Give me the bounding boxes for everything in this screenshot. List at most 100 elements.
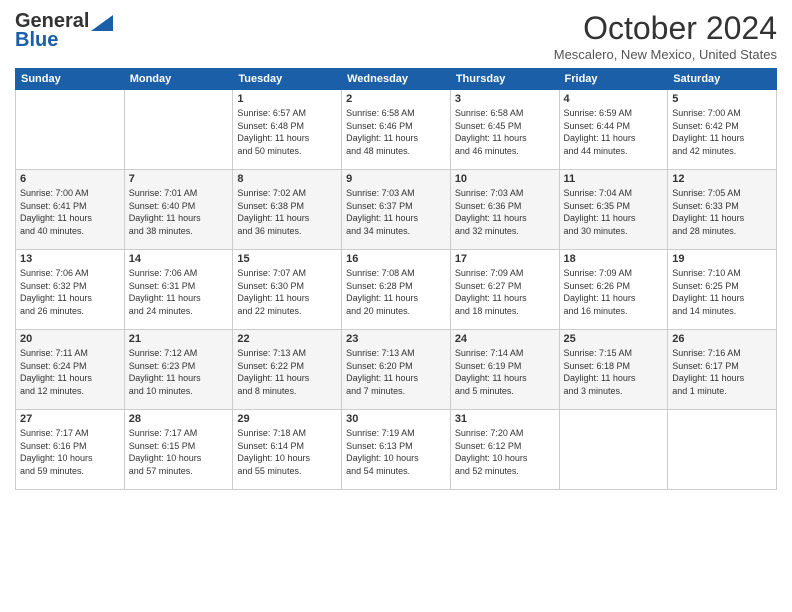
calendar-cell: 19 Sunrise: 7:10 AM Sunset: 6:25 PM Dayli… bbox=[668, 250, 777, 330]
day-number: 24 bbox=[455, 333, 555, 345]
day-info: Sunrise: 7:03 AM Sunset: 6:36 PM Dayligh… bbox=[455, 187, 555, 237]
header: General Blue October 2024 Mescalero, New… bbox=[15, 10, 777, 62]
calendar-week-4: 27Sunrise: 7:17 AM Sunset: 6:16 PM Dayli… bbox=[16, 410, 777, 490]
day-number: 4 bbox=[564, 93, 664, 105]
calendar-cell: 17Sunrise: 7:09 AM Sunset: 6:27 PM Dayli… bbox=[450, 250, 559, 330]
calendar-cell: 5 Sunrise: 7:00 AM Sunset: 6:42 PM Daylig… bbox=[668, 90, 777, 170]
calendar-week-1: 6 Sunrise: 7:00 AM Sunset: 6:41 PM Daylig… bbox=[16, 170, 777, 250]
calendar-cell: 28 Sunrise: 7:17 AM Sunset: 6:15 PM Dayli… bbox=[124, 410, 233, 490]
location: Mescalero, New Mexico, United States bbox=[554, 47, 777, 62]
col-wednesday: Wednesday bbox=[342, 69, 451, 90]
day-info: Sunrise: 7:00 AM Sunset: 6:42 PM Dayligh… bbox=[672, 107, 772, 157]
month-title: October 2024 bbox=[554, 10, 777, 47]
calendar-cell bbox=[16, 90, 125, 170]
calendar-cell: 2 Sunrise: 6:58 AM Sunset: 6:46 PM Daylig… bbox=[342, 90, 451, 170]
calendar-cell: 25Sunrise: 7:15 AM Sunset: 6:18 PM Dayli… bbox=[559, 330, 668, 410]
day-info: Sunrise: 7:07 AM Sunset: 6:30 PM Dayligh… bbox=[237, 267, 337, 317]
day-number: 25 bbox=[564, 333, 664, 345]
calendar-cell: 3 Sunrise: 6:58 AM Sunset: 6:45 PM Daylig… bbox=[450, 90, 559, 170]
day-number: 18 bbox=[564, 253, 664, 265]
day-number: 13 bbox=[20, 253, 120, 265]
day-info: Sunrise: 7:04 AM Sunset: 6:35 PM Dayligh… bbox=[564, 187, 664, 237]
calendar: Sunday Monday Tuesday Wednesday Thursday… bbox=[15, 68, 777, 490]
col-sunday: Sunday bbox=[16, 69, 125, 90]
day-number: 16 bbox=[346, 253, 446, 265]
calendar-cell: 23 Sunrise: 7:13 AM Sunset: 6:20 PM Dayli… bbox=[342, 330, 451, 410]
day-number: 21 bbox=[129, 333, 229, 345]
col-thursday: Thursday bbox=[450, 69, 559, 90]
calendar-cell bbox=[124, 90, 233, 170]
day-info: Sunrise: 7:13 AM Sunset: 6:20 PM Dayligh… bbox=[346, 347, 446, 397]
day-number: 8 bbox=[237, 173, 337, 185]
day-number: 30 bbox=[346, 413, 446, 425]
day-number: 12 bbox=[672, 173, 772, 185]
day-info: Sunrise: 7:19 AM Sunset: 6:13 PM Dayligh… bbox=[346, 427, 446, 477]
calendar-cell: 1 Sunrise: 6:57 AM Sunset: 6:48 PM Daylig… bbox=[233, 90, 342, 170]
day-info: Sunrise: 7:20 AM Sunset: 6:12 PM Dayligh… bbox=[455, 427, 555, 477]
calendar-cell: 6 Sunrise: 7:00 AM Sunset: 6:41 PM Daylig… bbox=[16, 170, 125, 250]
day-number: 11 bbox=[564, 173, 664, 185]
calendar-week-0: 1 Sunrise: 6:57 AM Sunset: 6:48 PM Daylig… bbox=[16, 90, 777, 170]
day-info: Sunrise: 7:10 AM Sunset: 6:25 PM Dayligh… bbox=[672, 267, 772, 317]
day-info: Sunrise: 7:18 AM Sunset: 6:14 PM Dayligh… bbox=[237, 427, 337, 477]
day-info: Sunrise: 7:06 AM Sunset: 6:31 PM Dayligh… bbox=[129, 267, 229, 317]
day-number: 1 bbox=[237, 93, 337, 105]
day-number: 19 bbox=[672, 253, 772, 265]
day-info: Sunrise: 7:17 AM Sunset: 6:16 PM Dayligh… bbox=[20, 427, 120, 477]
calendar-cell: 9 Sunrise: 7:03 AM Sunset: 6:37 PM Daylig… bbox=[342, 170, 451, 250]
day-info: Sunrise: 7:16 AM Sunset: 6:17 PM Dayligh… bbox=[672, 347, 772, 397]
day-info: Sunrise: 7:11 AM Sunset: 6:24 PM Dayligh… bbox=[20, 347, 120, 397]
day-number: 22 bbox=[237, 333, 337, 345]
day-info: Sunrise: 7:02 AM Sunset: 6:38 PM Dayligh… bbox=[237, 187, 337, 237]
calendar-cell: 18 Sunrise: 7:09 AM Sunset: 6:26 PM Dayli… bbox=[559, 250, 668, 330]
day-info: Sunrise: 6:58 AM Sunset: 6:45 PM Dayligh… bbox=[455, 107, 555, 157]
day-info: Sunrise: 7:03 AM Sunset: 6:37 PM Dayligh… bbox=[346, 187, 446, 237]
calendar-cell: 26 Sunrise: 7:16 AM Sunset: 6:17 PM Dayli… bbox=[668, 330, 777, 410]
day-number: 23 bbox=[346, 333, 446, 345]
day-number: 29 bbox=[237, 413, 337, 425]
day-info: Sunrise: 6:58 AM Sunset: 6:46 PM Dayligh… bbox=[346, 107, 446, 157]
day-info: Sunrise: 7:09 AM Sunset: 6:27 PM Dayligh… bbox=[455, 267, 555, 317]
day-number: 2 bbox=[346, 93, 446, 105]
calendar-cell: 12Sunrise: 7:05 AM Sunset: 6:33 PM Dayli… bbox=[668, 170, 777, 250]
calendar-cell bbox=[559, 410, 668, 490]
calendar-cell: 11 Sunrise: 7:04 AM Sunset: 6:35 PM Dayli… bbox=[559, 170, 668, 250]
day-info: Sunrise: 7:09 AM Sunset: 6:26 PM Dayligh… bbox=[564, 267, 664, 317]
calendar-cell: 29 Sunrise: 7:18 AM Sunset: 6:14 PM Dayli… bbox=[233, 410, 342, 490]
logo-icon bbox=[91, 15, 113, 31]
day-number: 9 bbox=[346, 173, 446, 185]
day-number: 14 bbox=[129, 253, 229, 265]
calendar-cell: 10 Sunrise: 7:03 AM Sunset: 6:36 PM Dayli… bbox=[450, 170, 559, 250]
day-number: 3 bbox=[455, 93, 555, 105]
calendar-cell: 31 Sunrise: 7:20 AM Sunset: 6:12 PM Dayli… bbox=[450, 410, 559, 490]
day-info: Sunrise: 7:08 AM Sunset: 6:28 PM Dayligh… bbox=[346, 267, 446, 317]
day-info: Sunrise: 7:06 AM Sunset: 6:32 PM Dayligh… bbox=[20, 267, 120, 317]
calendar-cell: 13 Sunrise: 7:06 AM Sunset: 6:32 PM Dayli… bbox=[16, 250, 125, 330]
day-info: Sunrise: 7:13 AM Sunset: 6:22 PM Dayligh… bbox=[237, 347, 337, 397]
day-number: 26 bbox=[672, 333, 772, 345]
col-friday: Friday bbox=[559, 69, 668, 90]
day-info: Sunrise: 7:14 AM Sunset: 6:19 PM Dayligh… bbox=[455, 347, 555, 397]
calendar-week-2: 13 Sunrise: 7:06 AM Sunset: 6:32 PM Dayli… bbox=[16, 250, 777, 330]
calendar-cell: 16 Sunrise: 7:08 AM Sunset: 6:28 PM Dayli… bbox=[342, 250, 451, 330]
day-number: 31 bbox=[455, 413, 555, 425]
day-info: Sunrise: 6:57 AM Sunset: 6:48 PM Dayligh… bbox=[237, 107, 337, 157]
calendar-cell: 30 Sunrise: 7:19 AM Sunset: 6:13 PM Dayli… bbox=[342, 410, 451, 490]
calendar-cell: 24 Sunrise: 7:14 AM Sunset: 6:19 PM Dayli… bbox=[450, 330, 559, 410]
page: General Blue October 2024 Mescalero, New… bbox=[0, 0, 792, 612]
day-number: 6 bbox=[20, 173, 120, 185]
day-info: Sunrise: 6:59 AM Sunset: 6:44 PM Dayligh… bbox=[564, 107, 664, 157]
col-monday: Monday bbox=[124, 69, 233, 90]
calendar-week-3: 20Sunrise: 7:11 AM Sunset: 6:24 PM Dayli… bbox=[16, 330, 777, 410]
calendar-cell: 14 Sunrise: 7:06 AM Sunset: 6:31 PM Dayli… bbox=[124, 250, 233, 330]
day-number: 5 bbox=[672, 93, 772, 105]
day-number: 10 bbox=[455, 173, 555, 185]
day-number: 28 bbox=[129, 413, 229, 425]
day-number: 7 bbox=[129, 173, 229, 185]
day-info: Sunrise: 7:12 AM Sunset: 6:23 PM Dayligh… bbox=[129, 347, 229, 397]
day-info: Sunrise: 7:17 AM Sunset: 6:15 PM Dayligh… bbox=[129, 427, 229, 477]
calendar-cell: 21 Sunrise: 7:12 AM Sunset: 6:23 PM Dayli… bbox=[124, 330, 233, 410]
logo: General Blue bbox=[15, 10, 113, 52]
calendar-cell: 8 Sunrise: 7:02 AM Sunset: 6:38 PM Daylig… bbox=[233, 170, 342, 250]
day-info: Sunrise: 7:00 AM Sunset: 6:41 PM Dayligh… bbox=[20, 187, 120, 237]
